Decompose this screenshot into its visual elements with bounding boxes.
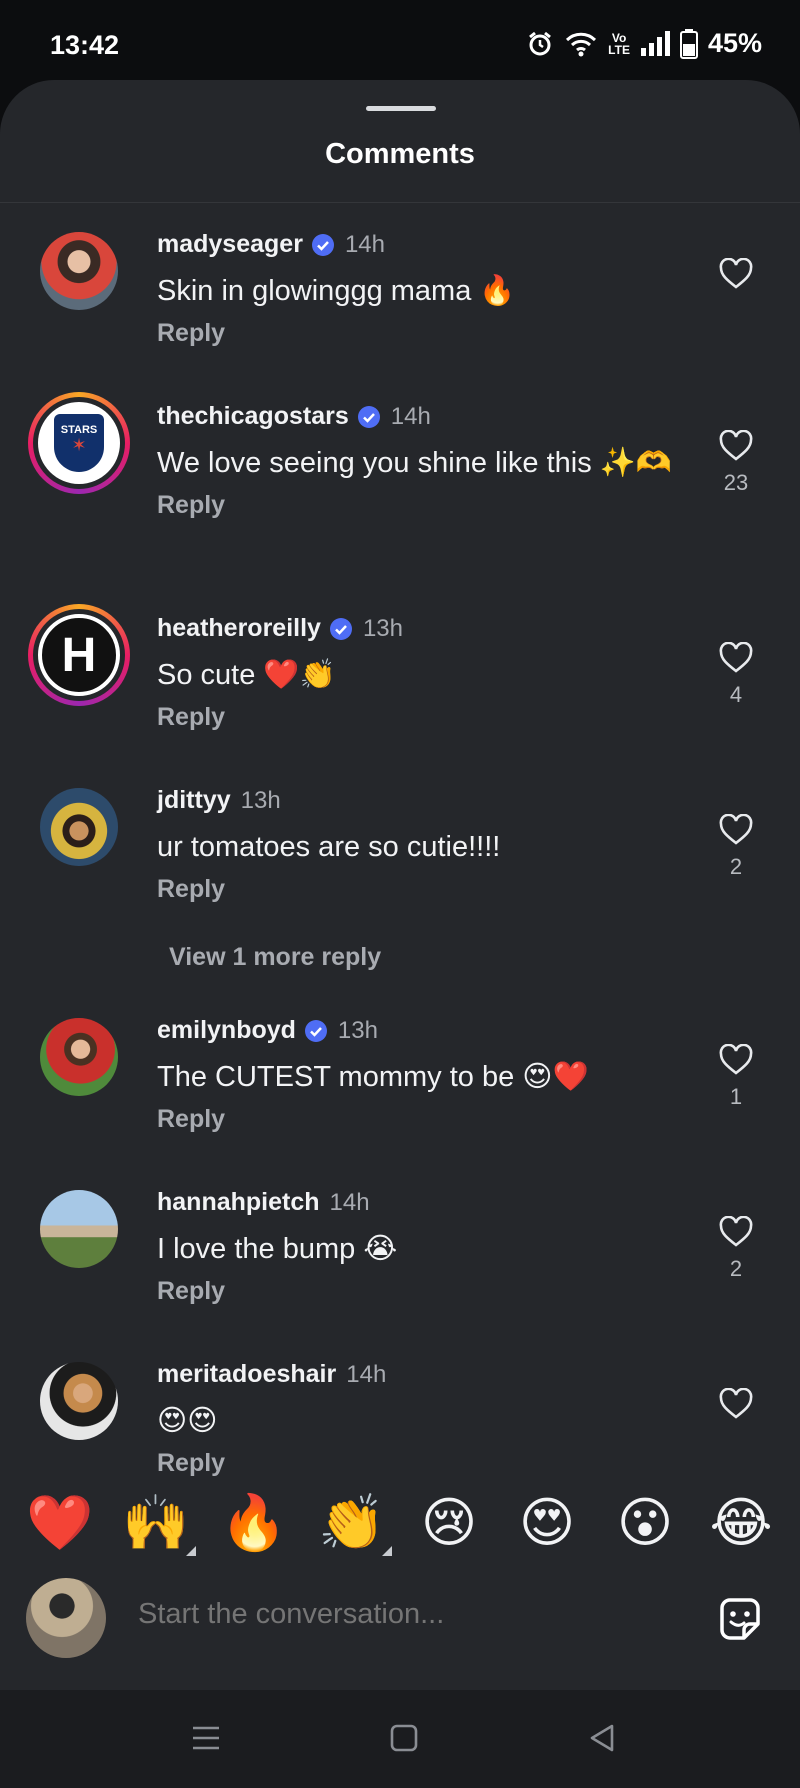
reaction-laughing[interactable]: 😂 — [708, 1490, 774, 1556]
like-button[interactable]: 2 — [710, 814, 762, 880]
like-button[interactable]: 2 — [710, 1216, 762, 1282]
reply-button[interactable]: Reply — [157, 703, 680, 732]
comment-username[interactable]: hannahpietch — [157, 1188, 320, 1217]
reply-button[interactable]: Reply — [157, 1105, 680, 1134]
avatar[interactable]: STARS ✶ — [28, 392, 130, 494]
reply-button[interactable]: Reply — [157, 1449, 680, 1478]
like-button[interactable]: 23 — [710, 430, 762, 496]
comment-composer — [0, 1578, 800, 1690]
comment-username[interactable]: thechicagostars — [157, 402, 349, 431]
sticker-button[interactable] — [714, 1594, 766, 1646]
home-icon — [390, 1724, 418, 1752]
avatar-logo-text: H — [61, 628, 97, 682]
reaction-fire[interactable]: 🔥 — [220, 1490, 287, 1556]
reply-button[interactable]: Reply — [157, 491, 680, 520]
verified-badge-icon — [357, 405, 381, 429]
heart-outline-icon — [719, 258, 753, 289]
drag-handle[interactable] — [366, 106, 436, 111]
like-count: 2 — [729, 1256, 743, 1281]
system-navigation-bar — [0, 1690, 800, 1788]
comment-time: 13h — [362, 614, 403, 642]
reaction-heart-eyes[interactable]: 😍 — [514, 1490, 580, 1556]
heart-outline-icon — [719, 1044, 753, 1075]
comment-text: ur tomatoes are so cutie!!!! — [157, 831, 501, 863]
comment-username[interactable]: emilynboyd — [157, 1016, 296, 1045]
heart-outline-icon — [719, 642, 753, 673]
like-count: 23 — [723, 470, 749, 495]
quick-reactions-bar: ❤️ 🙌 🔥 👏 😢 😍 😮 😂 — [0, 1490, 800, 1570]
heart-outline-icon — [719, 1216, 753, 1247]
back-button[interactable] — [582, 1716, 622, 1760]
like-count: 1 — [729, 1084, 743, 1109]
reaction-heart[interactable]: ❤️ — [26, 1490, 93, 1556]
back-icon — [590, 1724, 614, 1752]
comment-time: 14h — [346, 1360, 387, 1388]
reply-button[interactable]: Reply — [157, 319, 680, 348]
status-icons: Vo LTE 45% — [526, 28, 762, 59]
comment-time: 13h — [240, 786, 281, 814]
heart-outline-icon — [719, 430, 753, 461]
avatar[interactable]: H — [28, 604, 130, 706]
home-button[interactable] — [384, 1716, 424, 1760]
like-button[interactable] — [710, 1388, 762, 1428]
reaction-sad[interactable]: 😢 — [416, 1490, 482, 1556]
menu-icon — [193, 1726, 219, 1750]
like-count: 4 — [729, 682, 743, 707]
status-bar: 13:42 Vo LTE 45% — [0, 0, 800, 84]
skin-tone-indicator — [382, 1546, 392, 1556]
verified-badge-icon — [329, 617, 353, 641]
reaction-raised-hands[interactable]: 🙌 — [122, 1490, 189, 1556]
wifi-icon — [564, 30, 598, 58]
comment-text: The CUTEST mommy to be 😍❤️ — [157, 1061, 589, 1093]
skin-tone-indicator — [186, 1546, 196, 1556]
avatar[interactable] — [40, 788, 118, 866]
avatar[interactable] — [40, 1190, 118, 1268]
reply-button[interactable]: Reply — [157, 875, 680, 904]
view-more-replies-link[interactable]: View 1 more reply — [169, 943, 381, 972]
own-avatar — [26, 1578, 106, 1658]
avatar[interactable] — [40, 232, 118, 310]
like-count: 2 — [729, 854, 743, 879]
divider — [0, 202, 800, 203]
status-time: 13:42 — [50, 30, 120, 60]
comment-username[interactable]: meritadoeshair — [157, 1360, 336, 1389]
comment-text: 😍😍 — [157, 1405, 218, 1437]
sheet-title: Comments — [325, 138, 475, 170]
comment-time: 14h — [329, 1188, 370, 1216]
battery-icon — [679, 28, 698, 59]
comment-username[interactable]: madyseager — [157, 230, 303, 259]
comment-username[interactable]: heatheroreilly — [157, 614, 321, 643]
verified-badge-icon — [311, 233, 335, 257]
recent-apps-button[interactable] — [186, 1716, 226, 1760]
comment-text: We love seeing you shine like this ✨🫶 — [157, 447, 672, 479]
sticker-icon — [720, 1598, 760, 1640]
comment-time: 14h — [344, 230, 385, 258]
comment-text: Skin in glowinggg mama 🔥 — [157, 275, 516, 307]
comment-time: 13h — [337, 1016, 378, 1044]
like-button[interactable]: 1 — [710, 1044, 762, 1110]
reaction-clap[interactable]: 👏 — [318, 1490, 385, 1556]
comment-text: So cute ❤️👏 — [157, 659, 336, 691]
heart-outline-icon — [719, 1388, 753, 1419]
battery-percent: 45% — [707, 28, 762, 58]
alarm-icon — [526, 30, 554, 58]
comment-text: I love the bump 😭 — [157, 1233, 398, 1265]
heart-outline-icon — [719, 814, 753, 845]
like-button[interactable] — [710, 258, 762, 298]
comment-time: 14h — [390, 402, 431, 430]
signal-icon — [640, 30, 670, 57]
reaction-surprised[interactable]: 😮 — [612, 1490, 678, 1556]
comment-username[interactable]: jdittyy — [157, 786, 231, 815]
like-button[interactable]: 4 — [710, 642, 762, 708]
volte-indicator: Vo LTE — [608, 30, 630, 57]
avatar[interactable] — [40, 1362, 118, 1440]
verified-badge-icon — [304, 1019, 328, 1043]
comment-input[interactable] — [138, 1598, 678, 1631]
reply-button[interactable]: Reply — [157, 1277, 680, 1306]
avatar[interactable] — [40, 1018, 118, 1096]
